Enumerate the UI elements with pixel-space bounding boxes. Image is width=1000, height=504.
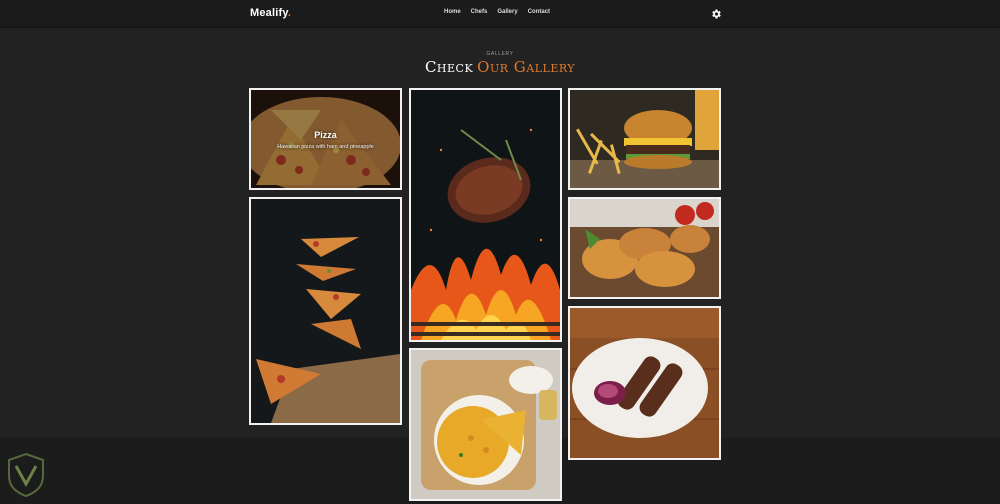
grilled-steak-flames-photo [411, 90, 560, 340]
section-title: Check Our Gallery [0, 58, 1000, 76]
watermark-logo [6, 452, 46, 498]
burger-fries-photo [570, 90, 719, 188]
gallery-caption-description: Hawaiian pizza with ham and pineapple [277, 144, 374, 150]
nav-contact[interactable]: Contact [528, 9, 550, 15]
logo-text: Mealify [250, 7, 288, 19]
logo-dot: . [287, 7, 292, 19]
section-title-part2: Our Gallery [477, 58, 576, 76]
gallery-item-omelette[interactable] [409, 348, 562, 501]
nav-home[interactable]: Home [444, 9, 461, 15]
top-navbar: Mealify. Home Chefs Gallery Contact [0, 0, 1000, 28]
gallery-item-burger[interactable] [568, 88, 721, 190]
gallery-item-fried-chicken[interactable] [568, 197, 721, 299]
gallery-item-steak[interactable] [409, 88, 562, 342]
kebab-plate-photo [570, 308, 719, 458]
section-label: GALLERY [486, 51, 514, 57]
gallery-item-flying-pizza[interactable] [249, 197, 402, 425]
nav-gallery[interactable]: Gallery [497, 9, 517, 15]
gear-icon[interactable] [710, 7, 722, 19]
fried-chicken-photo [570, 199, 719, 297]
site-logo[interactable]: Mealify. [250, 7, 291, 19]
gallery-item-pizza[interactable]: Pizza Hawaiian pizza with ham and pineap… [249, 88, 402, 190]
flying-pizza-slices-photo [251, 199, 400, 423]
omelette-plate-photo [411, 350, 560, 499]
main-nav: Home Chefs Gallery Contact [444, 9, 550, 15]
section-title-part1: Check [424, 58, 474, 76]
nav-chefs[interactable]: Chefs [471, 9, 488, 15]
gallery-caption-title: Pizza [314, 130, 337, 140]
gallery-item-kebab[interactable] [568, 306, 721, 460]
